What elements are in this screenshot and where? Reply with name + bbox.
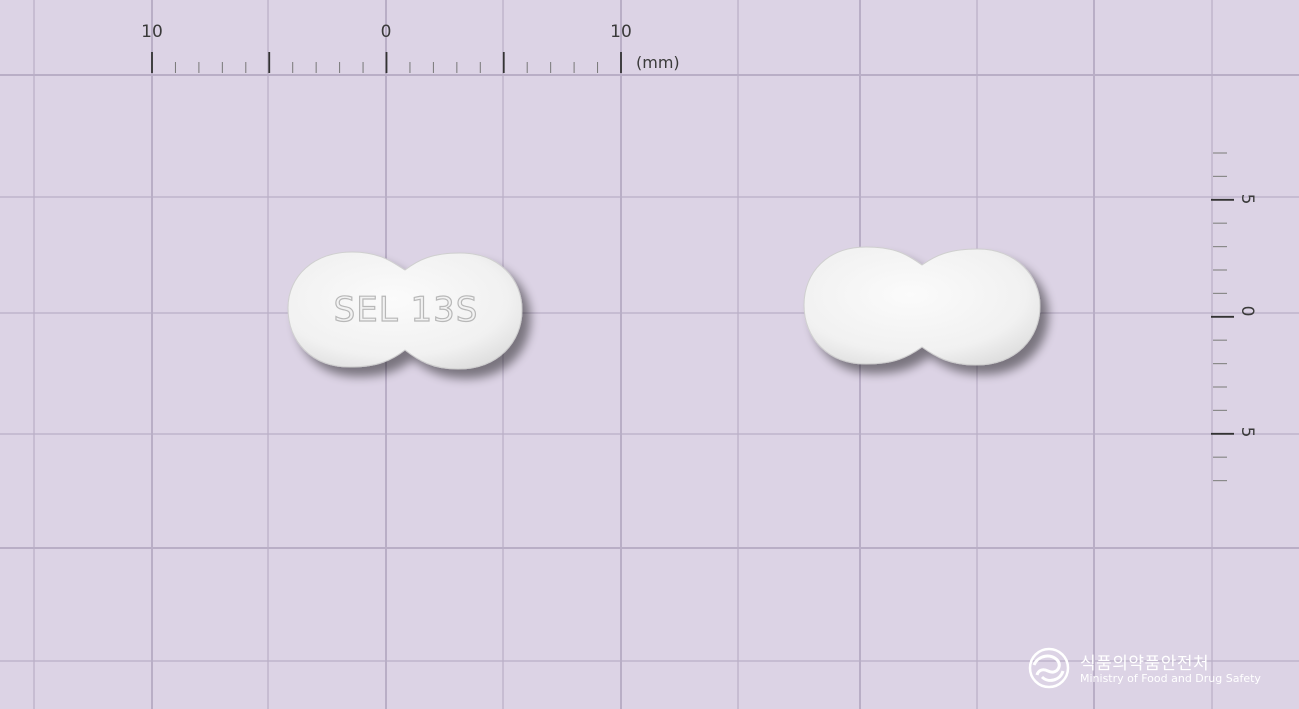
- top-ruler-ticks: [151, 52, 622, 73]
- top-ruler-label-left: 10: [141, 22, 163, 42]
- top-ruler-unit: (mm): [636, 53, 680, 72]
- background-grid: [0, 0, 1299, 709]
- right-ruler-ticks: [1211, 152, 1234, 482]
- top-ruler-label-center: 0: [381, 22, 392, 42]
- tablet-back: [803, 246, 1041, 366]
- tablet-back-body: [803, 246, 1041, 366]
- org-name-english: Ministry of Food and Drug Safety: [1080, 672, 1261, 685]
- right-ruler-label-top: 5: [1237, 194, 1257, 205]
- tablet-front-imprint: SEL 13S: [334, 290, 479, 330]
- tablet-front: SEL 13S: [287, 251, 523, 370]
- right-ruler-label-bottom: 5: [1237, 427, 1257, 438]
- right-ruler: 5 0 5: [1211, 152, 1257, 482]
- top-ruler: 10 0 10 (mm): [141, 22, 680, 73]
- right-ruler-label-center: 0: [1237, 306, 1257, 317]
- org-name-korean: 식품의약품안전처: [1080, 654, 1210, 674]
- pill-photo-canvas: 10 0 10 (mm) 5 0 5 SEL 13S: [0, 0, 1299, 709]
- mfds-watermark: 식품의약품안전처 Ministry of Food and Drug Safet…: [1028, 645, 1278, 695]
- top-ruler-label-right: 10: [610, 22, 632, 42]
- mfds-logo-icon: [1028, 647, 1070, 689]
